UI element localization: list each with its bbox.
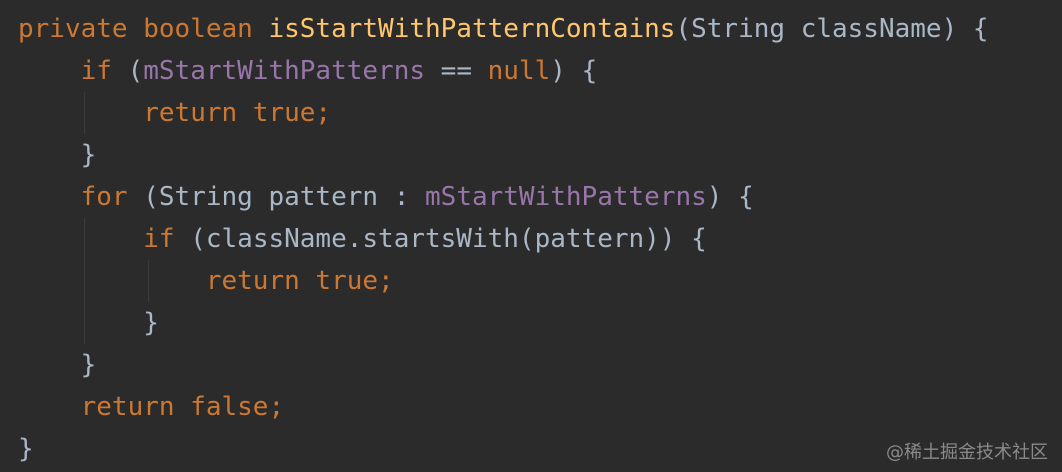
code-token: ==: [425, 56, 488, 86]
code-line[interactable]: return false;: [18, 386, 989, 428]
code-line[interactable]: }: [18, 344, 989, 386]
watermark: @稀土掘金技术社区: [886, 442, 1048, 463]
code-token: }: [18, 140, 97, 170]
code-token: for: [80, 182, 144, 212]
code-line[interactable]: }: [18, 302, 989, 344]
code-line[interactable]: for (String pattern : mStartWithPatterns…: [18, 176, 989, 218]
code-token: mStartWithPatterns: [143, 56, 426, 86]
code-block[interactable]: private boolean isStartWithPatternContai…: [18, 8, 989, 470]
code-line[interactable]: return true;: [18, 260, 989, 302]
code-token: }: [18, 434, 34, 464]
code-token: ;: [378, 266, 394, 296]
code-token: boolean: [143, 14, 269, 44]
code-token: return true: [143, 98, 316, 128]
code-token: isStartWithPatternContains: [268, 14, 676, 44]
code-token: if: [143, 224, 191, 254]
code-token: ) {: [706, 182, 754, 212]
code-token: (className.startsWith(pattern)) {: [190, 224, 707, 254]
code-token: null: [487, 56, 551, 86]
code-line[interactable]: private boolean isStartWithPatternContai…: [18, 8, 989, 50]
code-token: private: [18, 14, 144, 44]
code-token: return false: [80, 392, 269, 422]
code-token: }: [18, 350, 97, 380]
code-token: ;: [315, 98, 332, 128]
code-line[interactable]: }: [18, 134, 989, 176]
code-line[interactable]: if (className.startsWith(pattern)) {: [18, 218, 989, 260]
code-token: if: [80, 56, 128, 86]
code-token: mStartWithPatterns: [425, 182, 707, 212]
code-editor[interactable]: private boolean isStartWithPatternContai…: [0, 0, 1062, 472]
code-line[interactable]: }: [18, 428, 989, 470]
code-token: return true: [205, 266, 379, 296]
code-token: ;: [268, 392, 285, 422]
code-line[interactable]: return true;: [18, 92, 989, 134]
code-line[interactable]: if (mStartWithPatterns == null) {: [18, 50, 989, 92]
code-token: ) {: [550, 56, 598, 86]
code-token: }: [18, 308, 159, 338]
code-token: (String pattern :: [143, 182, 426, 212]
code-token: (: [127, 56, 144, 86]
code-token: (String className) {: [675, 14, 989, 44]
